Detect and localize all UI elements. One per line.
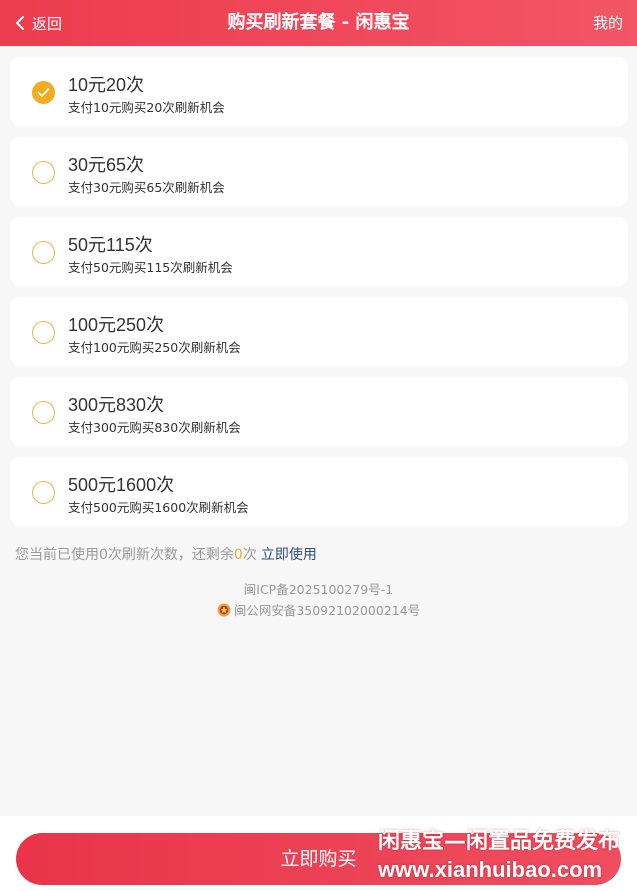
mine-button[interactable]: 我的 — [593, 0, 623, 46]
icp-link[interactable]: 闽ICP备2025100279号-1 — [0, 579, 637, 598]
package-desc: 支付100元购买250次刷新机会 — [68, 340, 241, 355]
package-title: 50元115次 — [68, 235, 153, 255]
package-desc: 支付50元购买115次刷新机会 — [68, 260, 233, 275]
page-title: 购买刷新套餐 - 闲惠宝 — [227, 12, 410, 33]
header-bar: 返回 购买刷新套餐 - 闲惠宝 我的 — [0, 0, 637, 46]
radio-icon[interactable] — [32, 241, 55, 264]
package-list: 10元20次 支付10元购买20次刷新机会 30元65次 支付30元购买65次刷… — [10, 57, 628, 537]
package-desc: 支付500元购买1600次刷新机会 — [68, 500, 249, 515]
radio-icon[interactable] — [32, 481, 55, 504]
usage-middle: 次刷新次数，还剩余 — [107, 547, 234, 563]
package-title: 500元1600次 — [68, 475, 175, 495]
package-item-3[interactable]: 50元115次 支付50元购买115次刷新机会 — [10, 217, 628, 286]
usage-prefix: 您当前已使用 — [15, 547, 99, 563]
radio-checked-icon[interactable] — [32, 81, 55, 104]
package-title: 300元830次 — [68, 395, 165, 415]
usage-suffix: 次 — [242, 547, 257, 563]
package-item-5[interactable]: 300元830次 支付300元购买830次刷新机会 — [10, 377, 628, 446]
police-record[interactable]: 闽公网安备35092102000214号 — [0, 600, 637, 619]
usage-used-count: 0 — [99, 547, 108, 563]
package-title: 100元250次 — [68, 315, 165, 335]
police-record-text: 闽公网安备35092102000214号 — [233, 603, 421, 618]
package-title: 10元20次 — [68, 75, 145, 95]
package-item-1[interactable]: 10元20次 支付10元购买20次刷新机会 — [10, 57, 628, 126]
police-badge-icon — [217, 603, 231, 616]
use-now-link[interactable]: 立即使用 — [261, 547, 317, 563]
usage-remaining-count: 0 — [233, 547, 243, 563]
package-desc: 支付300元购买830次刷新机会 — [68, 420, 241, 435]
radio-icon[interactable] — [32, 401, 55, 424]
checkmark-icon — [37, 88, 50, 97]
buy-now-button[interactable]: 立即购买 — [16, 833, 621, 885]
radio-icon[interactable] — [32, 161, 55, 184]
package-item-2[interactable]: 30元65次 支付30元购买65次刷新机会 — [10, 137, 628, 206]
package-item-4[interactable]: 100元250次 支付100元购买250次刷新机会 — [10, 297, 628, 366]
footer-bar: 立即购买 — [0, 816, 637, 891]
package-item-6[interactable]: 500元1600次 支付500元购买1600次刷新机会 — [10, 457, 628, 526]
usage-status: 您当前已使用0次刷新次数，还剩余0次 立即使用 — [15, 544, 317, 564]
package-desc: 支付10元购买20次刷新机会 — [68, 100, 225, 115]
package-title: 30元65次 — [68, 155, 145, 175]
radio-icon[interactable] — [32, 321, 55, 344]
package-desc: 支付30元购买65次刷新机会 — [68, 180, 225, 195]
